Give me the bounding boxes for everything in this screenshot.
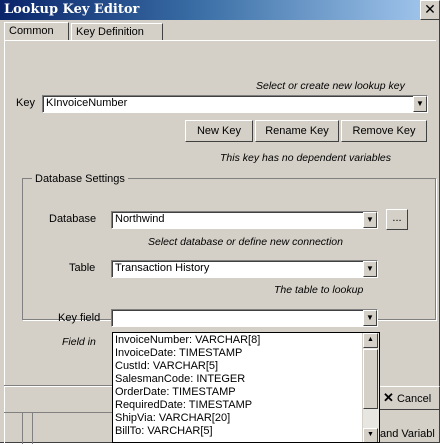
list-item[interactable]: InvoiceNumber: VARCHAR[8] [115,334,260,346]
scrollbar-thumb[interactable] [363,349,378,409]
title-bar[interactable]: Lookup Key Editor ✕ [0,0,440,20]
rename-key-button[interactable]: Rename Key [255,120,339,142]
close-button[interactable]: ✕ [420,0,440,20]
list-item[interactable]: ShipVia: VARCHAR[20] [115,412,230,424]
lookup-key-editor-window: Lookup Key Editor ✕ Common Key Definitio… [0,0,440,444]
keyfield-dropdown-list[interactable]: InvoiceNumber: VARCHAR[8] InvoiceDate: T… [112,332,380,443]
footer-divider-highlight [4,386,112,387]
cancel-icon: ✕ [383,390,394,405]
variables-list-column-divider [32,413,33,444]
tab-common-label: Common [9,25,54,37]
window-title: Lookup Key Editor [4,2,140,17]
browse-database-button[interactable]: ... [386,209,408,230]
close-icon: ✕ [424,1,436,17]
database-hint: Select database or define new connection [148,236,343,248]
table-hint: The table to lookup [274,284,364,296]
database-label: Database [49,213,97,225]
key-label: Key [16,97,35,109]
cancel-button[interactable]: ✕ Cancel [376,386,440,410]
new-key-label: New Key [196,125,242,137]
cancel-label: Cancel [396,393,432,405]
tab-key-definition[interactable]: Key Definition [71,23,163,40]
database-settings-label: Database Settings [32,173,128,185]
keyfield-dropdown-arrow-icon[interactable]: ▼ [363,310,377,326]
list-item[interactable]: InvoiceDate: TIMESTAMP [115,347,242,359]
scroll-up-arrow-icon[interactable]: ▲ [363,333,378,348]
table-dropdown-arrow-icon[interactable]: ▼ [363,261,377,277]
and-variables-label[interactable]: and Variabl [380,428,435,440]
list-item[interactable]: BillTo: VARCHAR[5] [115,425,213,437]
table-label: Table [69,262,96,274]
dropdown-scrollbar[interactable]: ▲ ▼ [362,333,379,442]
table-value: Transaction History [115,262,210,274]
new-key-button[interactable]: New Key [185,120,253,142]
table-combobox[interactable]: Transaction History ▼ [111,260,378,278]
variables-list-frame [4,412,112,444]
tab-key-definition-label: Key Definition [76,26,144,38]
remove-key-button[interactable]: Remove Key [341,120,427,142]
key-dropdown-arrow-icon[interactable]: ▼ [413,96,427,112]
list-item[interactable]: CustId: VARCHAR[5] [115,360,218,372]
key-combobox[interactable]: KInvoiceNumber ▼ [42,95,428,113]
keyfield-combobox[interactable]: ▼ [111,309,378,327]
list-item[interactable]: SalesmanCode: INTEGER [115,373,245,385]
keyfield-hint: Field in [62,336,96,348]
list-item[interactable]: RequiredDate: TIMESTAMP [115,399,252,411]
database-value: Northwind [115,213,165,225]
keyfield-label: Key field [58,312,101,324]
variables-list-column-divider [22,413,23,444]
tab-common[interactable]: Common [4,22,69,41]
database-settings-group [22,178,436,320]
scroll-down-arrow-icon[interactable]: ▼ [363,428,378,442]
key-hint: Select or create new lookup key [256,80,405,92]
key-value: KInvoiceNumber [46,97,128,109]
rename-key-label: Rename Key [265,125,329,137]
database-combobox[interactable]: Northwind ▼ [111,211,378,229]
dependent-hint: This key has no dependent variables [220,152,392,164]
remove-key-label: Remove Key [352,125,416,137]
list-item[interactable]: OrderDate: TIMESTAMP [115,386,236,398]
browse-label: ... [392,212,402,224]
database-dropdown-arrow-icon[interactable]: ▼ [363,212,377,228]
